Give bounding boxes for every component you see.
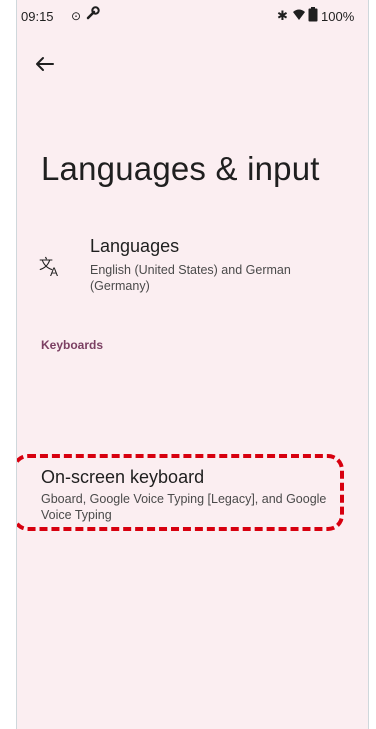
arrow-left-icon[interactable]: [31, 50, 59, 78]
languages-summary: English (United States) and German (Germ…: [90, 263, 291, 293]
bluetooth-icon: ✱: [277, 8, 288, 23]
wifi-icon: [293, 9, 305, 20]
settings-screen: 09:15 ⊙ ✱ 100% Languages & input 文 A Lan…: [17, 0, 368, 729]
languages-title: Languages: [90, 236, 180, 256]
section-header-keyboards: Keyboards: [41, 338, 104, 352]
translate-icon: 文 A: [39, 257, 58, 278]
sim-icon: ⊙: [71, 9, 82, 23]
page-title: Languages & input: [41, 150, 320, 187]
svg-text:A: A: [50, 265, 58, 278]
status-bar: 09:15 ⊙ ✱ 100%: [17, 0, 368, 28]
status-time: 09:15: [21, 9, 54, 24]
wrench-icon: [86, 6, 100, 20]
screen-edge-right: [368, 0, 369, 729]
highlight-annotation: [17, 454, 344, 531]
battery-icon: [308, 7, 318, 22]
battery-level: 100%: [321, 9, 355, 24]
